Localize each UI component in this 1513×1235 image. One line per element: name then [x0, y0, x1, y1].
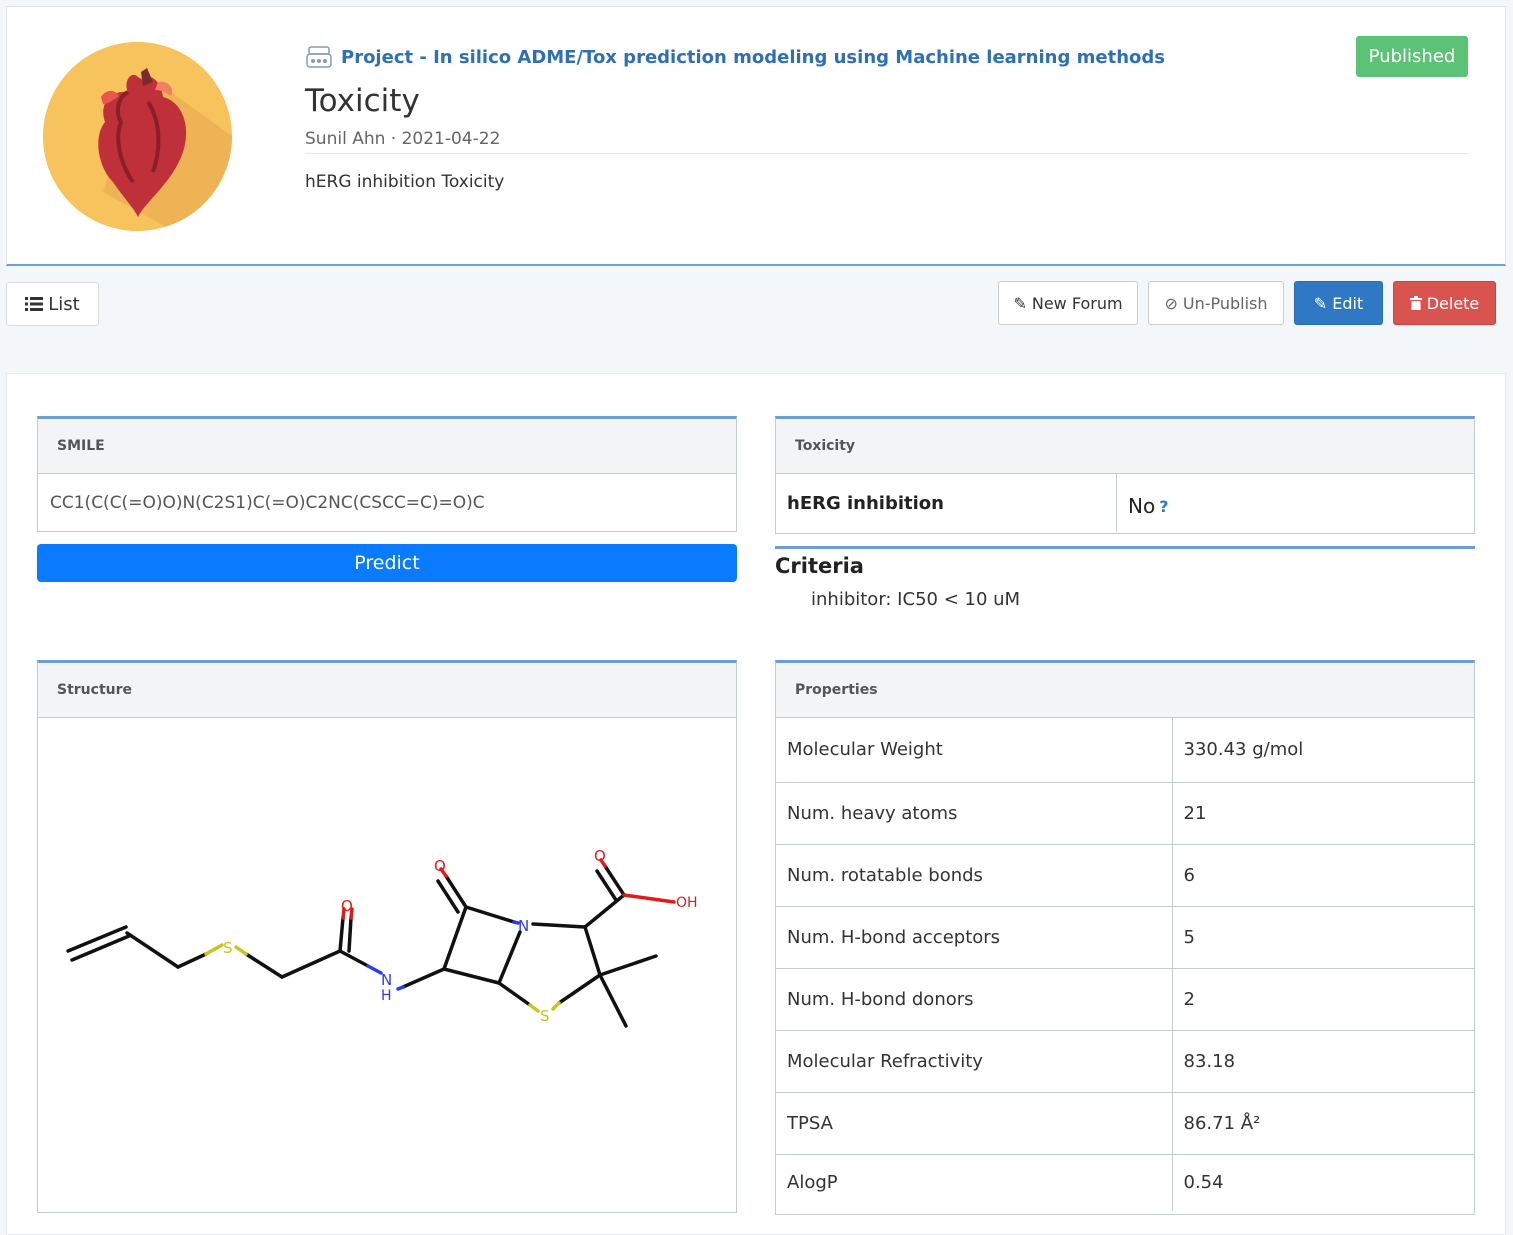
table-row: Num. H-bond donors 2 — [776, 967, 1474, 1030]
property-label: Num. H-bond donors — [776, 967, 1173, 1030]
table-row: AlogP 0.54 — [776, 1153, 1474, 1211]
table-row: Molecular Weight 330.43 g/mol — [776, 718, 1474, 782]
properties-panel: Properties Molecular Weight 330.43 g/mol… — [775, 660, 1475, 1215]
delete-label: Delete — [1426, 293, 1480, 313]
criteria-divider — [775, 546, 1475, 549]
smile-input[interactable]: CC1(C(C(=O)O)N(C2S1)C(=O)C2NC(CSCC=C)=O)… — [38, 474, 736, 531]
property-label: TPSA — [776, 1091, 1173, 1154]
page-title: Toxicity — [305, 83, 420, 119]
property-label: Molecular Weight — [776, 718, 1173, 782]
property-label: Molecular Refractivity — [776, 1029, 1173, 1092]
property-label: Num. H-bond acceptors — [776, 905, 1173, 968]
project-icon — [306, 46, 332, 68]
molecule-structure-diagram: S S N H N O O O OH — [66, 847, 698, 1028]
delete-button[interactable]: Delete — [1393, 281, 1496, 325]
list-button-label: List — [48, 293, 80, 315]
smile-panel-heading: SMILE — [38, 419, 736, 474]
amide-hydrogen-label: H — [381, 988, 392, 1004]
properties-table: Molecular Weight 330.43 g/mol Num. heavy… — [776, 718, 1474, 1211]
edit-label: Edit — [1332, 293, 1364, 313]
help-icon[interactable]: ? — [1159, 497, 1168, 516]
meta-divider — [305, 153, 1469, 154]
list-icon — [25, 297, 44, 311]
property-label: AlogP — [776, 1153, 1173, 1211]
project-header-card: Project - In silico ADME/Tox prediction … — [6, 6, 1506, 266]
project-link[interactable]: Project - In silico ADME/Tox prediction … — [305, 45, 1165, 69]
post-meta: Sunil Ahn · 2021-04-22 — [305, 129, 500, 149]
property-value: 5 — [1172, 905, 1474, 968]
edit-icon: ✎ — [1313, 293, 1328, 313]
toxicity-value-cell: No ? — [1117, 474, 1474, 532]
acid-oxygen-label: O — [594, 847, 606, 865]
pencil-icon: ✎ — [1013, 293, 1027, 313]
table-row: Num. rotatable bonds 6 — [776, 843, 1474, 906]
property-label: Num. rotatable bonds — [776, 843, 1173, 906]
property-value: 21 — [1172, 781, 1474, 844]
smile-panel: SMILE CC1(C(C(=O)O)N(C2S1)C(=O)C2NC(CSCC… — [37, 416, 737, 532]
author-name: Sunil Ahn — [305, 129, 386, 149]
sulfur-ring-atom-label: S — [540, 1007, 550, 1025]
hydroxyl-label: OH — [676, 895, 698, 911]
property-value: 0.54 — [1172, 1153, 1474, 1211]
criteria-title: Criteria — [775, 554, 864, 578]
structure-panel-heading: Structure — [38, 663, 736, 718]
edit-button[interactable]: ✎ Edit — [1294, 281, 1383, 325]
predict-button[interactable]: Predict — [37, 544, 737, 582]
status-badge: Published — [1356, 36, 1468, 77]
property-value: 83.18 — [1172, 1029, 1474, 1092]
property-label: Num. heavy atoms — [776, 781, 1173, 844]
unpublish-button[interactable]: ⊘ Un-Publish — [1148, 281, 1284, 325]
property-value: 2 — [1172, 967, 1474, 1030]
properties-panel-heading: Properties — [776, 663, 1474, 718]
ban-icon: ⊘ — [1164, 293, 1178, 313]
toxicity-row: hERG inhibition No ? — [776, 474, 1474, 532]
lactam-oxygen-label: O — [434, 857, 446, 875]
toxicity-label: hERG inhibition — [776, 474, 1117, 532]
new-forum-button[interactable]: ✎ New Forum — [998, 281, 1138, 325]
post-date: 2021-04-22 — [401, 129, 501, 149]
new-forum-label: New Forum — [1031, 293, 1123, 313]
toxicity-panel-heading: Toxicity — [776, 419, 1474, 474]
table-row: Num. heavy atoms 21 — [776, 781, 1474, 844]
property-value: 330.43 g/mol — [1183, 739, 1304, 761]
table-row: Num. H-bond acceptors 5 — [776, 905, 1474, 968]
structure-panel: Structure S S N H N O O O OH — [37, 660, 737, 1213]
property-value: 86.71 Å² — [1172, 1091, 1474, 1154]
property-value: 6 — [1172, 843, 1474, 906]
trash-icon — [1409, 296, 1422, 310]
criteria-text: inhibitor: IC50 < 10 uM — [811, 589, 1021, 610]
amide-nitrogen-label: N — [381, 971, 392, 989]
ring-nitrogen-label: N — [518, 917, 529, 935]
unpublish-label: Un-Publish — [1182, 293, 1268, 313]
list-button[interactable]: List — [6, 282, 99, 326]
project-link-label[interactable]: Project - In silico ADME/Tox prediction … — [341, 47, 1165, 68]
heart-avatar-icon — [43, 42, 232, 231]
table-row: Molecular Refractivity 83.18 — [776, 1029, 1474, 1092]
meta-separator: · — [390, 129, 397, 149]
toxicity-panel: Toxicity hERG inhibition No ? — [775, 416, 1475, 534]
sulfur-atom-label: S — [223, 939, 233, 957]
amide-oxygen-label: O — [341, 897, 353, 915]
post-description: hERG inhibition Toxicity — [305, 172, 505, 192]
table-row: TPSA 86.71 Å² — [776, 1091, 1474, 1154]
toxicity-value: No — [1128, 494, 1156, 518]
